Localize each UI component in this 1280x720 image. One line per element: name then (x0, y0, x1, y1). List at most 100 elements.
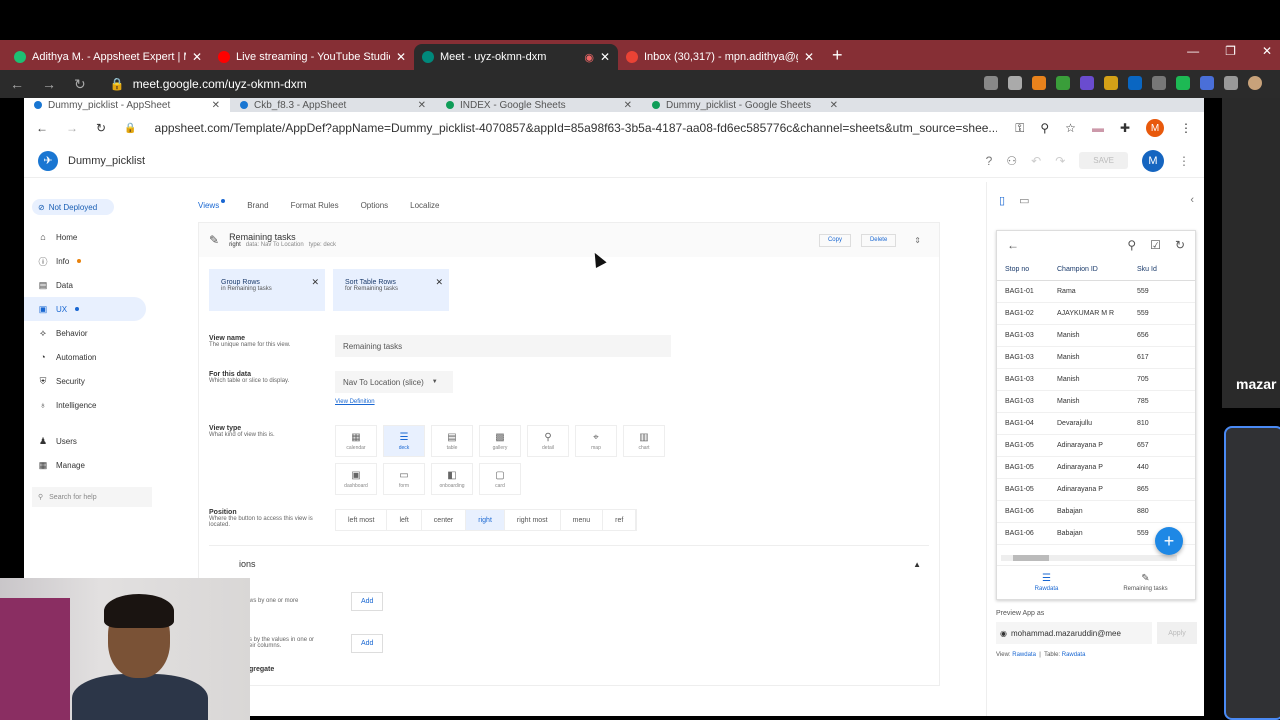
add-sort-button[interactable]: Add (351, 633, 384, 653)
table-row[interactable]: BAG1-02 AJAYKUMAR M R 559 (997, 303, 1195, 325)
inner-tab[interactable]: Ckb_f8.3 - AppSheet ✕ (230, 98, 436, 112)
delete-button[interactable]: Delete (860, 233, 897, 247)
view-type-calendar[interactable]: ▦ calendar (335, 425, 377, 457)
close-tab-icon[interactable]: ✕ (396, 50, 406, 64)
copy-button[interactable]: Copy (818, 233, 851, 247)
nav-item-rawdata[interactable]: ☰ Rawdata (997, 566, 1096, 599)
back-icon[interactable]: ← (36, 121, 48, 135)
inner-tab[interactable]: Dummy_picklist - AppSheet ✕ (24, 98, 230, 112)
undo-icon[interactable]: ↶ (1031, 154, 1041, 168)
close-tab-icon[interactable]: ✕ (804, 50, 814, 64)
column-header[interactable]: Champion ID (1057, 266, 1137, 273)
forward-icon[interactable]: → (66, 121, 78, 135)
view-definition-link[interactable]: View Definition (335, 399, 453, 405)
position-left[interactable]: left (387, 510, 422, 530)
expand-collapse-icon[interactable]: ⇕ (906, 234, 929, 247)
view-type-table[interactable]: ▤ table (431, 425, 473, 457)
table-row[interactable]: BAG1-05 Adinarayana P 657 (997, 435, 1195, 457)
sidebar-item-info[interactable]: ⓘ Info (24, 249, 184, 273)
view-type-detail[interactable]: ⚲ detail (527, 425, 569, 457)
close-tab-icon[interactable]: ✕ (418, 100, 426, 111)
table-row[interactable]: BAG1-03 Manish 656 (997, 325, 1195, 347)
view-link[interactable]: Rawdata (1012, 652, 1036, 658)
extension-n-icon[interactable] (1056, 76, 1070, 90)
search-icon[interactable]: ⚲ (1127, 238, 1136, 252)
table-row[interactable]: BAG1-04 Devarajullu 810 (997, 413, 1195, 435)
tab-options[interactable]: Options (361, 201, 389, 214)
zoom-icon[interactable]: ⚲ (1040, 121, 1049, 135)
new-tab-icon[interactable]: + (832, 45, 843, 66)
remove-chip-icon[interactable]: ✕ (311, 277, 319, 288)
table-link[interactable]: Rawdata (1062, 652, 1086, 658)
linkedin-icon[interactable] (1128, 76, 1142, 90)
chrome-tab[interactable]: Inbox (30,317) - mpn.adithya@g ✕ (618, 44, 822, 70)
remove-chip-icon[interactable]: ✕ (435, 277, 443, 288)
view-type-form[interactable]: ▭ form (383, 463, 425, 495)
close-tab-icon[interactable]: ✕ (192, 50, 202, 64)
chrome-tab[interactable]: Live streaming - YouTube Studio ✕ (210, 44, 414, 70)
sidebar-item-users[interactable]: ♟ Users (24, 429, 184, 453)
column-header[interactable]: Sku Id (1137, 266, 1177, 273)
view-type-map[interactable]: ⌖ map (575, 425, 617, 457)
horizontal-scrollbar[interactable] (1001, 555, 1177, 561)
table-row[interactable]: BAG1-06 Babajan 880 (997, 501, 1195, 523)
extension-cube-icon[interactable] (1104, 76, 1118, 90)
share-icon[interactable]: ⚇ (1006, 154, 1017, 168)
mobile-preview-icon[interactable]: ▯ (999, 194, 1005, 207)
sidebar-item-security[interactable]: ⛨ Security (24, 369, 184, 393)
metamask-icon[interactable] (1032, 76, 1046, 90)
sidebar-item-intelligence[interactable]: ♁ Intelligence (24, 393, 184, 417)
participant-tile[interactable] (1224, 426, 1280, 720)
collapse-preview-icon[interactable]: ‹ (1190, 194, 1194, 206)
more-menu-icon[interactable]: ⋮ (1180, 121, 1192, 135)
bookmark-star-icon[interactable]: ☆ (1065, 121, 1076, 135)
table-row[interactable]: BAG1-03 Manish 785 (997, 391, 1195, 413)
table-row[interactable]: BAG1-03 Manish 617 (997, 347, 1195, 369)
view-type-chart[interactable]: ▥ chart (623, 425, 665, 457)
puzzle-icon[interactable]: ✚ (1120, 121, 1130, 135)
redo-icon[interactable]: ↷ (1055, 154, 1065, 168)
star-icon[interactable] (1008, 76, 1022, 90)
add-group-button[interactable]: Add (351, 591, 384, 611)
close-tab-icon[interactable]: ✕ (830, 100, 838, 111)
help-search-input[interactable]: ⚲ Search for help (32, 487, 152, 507)
tab-brand[interactable]: Brand (247, 201, 268, 214)
table-row[interactable]: BAG1-03 Manish 705 (997, 369, 1195, 391)
camera-icon[interactable] (984, 76, 998, 90)
position-right-most[interactable]: right most (505, 510, 561, 530)
view-type-deck[interactable]: ☰ deck (383, 425, 425, 457)
table-row[interactable]: BAG1-05 Adinarayana P 440 (997, 457, 1195, 479)
table-row[interactable]: BAG1-01 Rama 559 (997, 281, 1195, 303)
view-chip[interactable]: Group Rows in Remaining tasks ✕ (209, 269, 325, 311)
position-menu[interactable]: menu (561, 510, 604, 530)
tab-format-rules[interactable]: Format Rules (291, 201, 339, 214)
profile-avatar[interactable] (1248, 76, 1262, 90)
select-icon[interactable]: ☑ (1150, 238, 1161, 252)
close-tab-icon[interactable]: ✕ (624, 100, 632, 111)
position-ref[interactable]: ref (603, 510, 637, 530)
sync-icon[interactable]: ↻ (1175, 238, 1185, 252)
back-icon[interactable]: ← (10, 76, 24, 93)
apply-button[interactable]: Apply (1157, 622, 1197, 644)
extension-grid-icon[interactable] (1080, 76, 1094, 90)
tablet-preview-icon[interactable]: ▭ (1019, 194, 1029, 207)
view-type-gallery[interactable]: ▩ gallery (479, 425, 521, 457)
view-name-input[interactable]: Remaining tasks (335, 335, 671, 357)
lock-icon[interactable]: 🔒 (110, 77, 125, 91)
inner-tab[interactable]: INDEX - Google Sheets ✕ (436, 98, 642, 112)
reload-icon[interactable]: ↻ (74, 76, 86, 93)
collapse-icon[interactable]: ▲ (913, 560, 921, 569)
help-icon[interactable]: ? (986, 154, 993, 168)
forward-icon[interactable]: → (42, 76, 56, 93)
deploy-status-badge[interactable]: ⊘ Not Deployed (32, 199, 114, 215)
sidebar-item-manage[interactable]: ▦ Manage (24, 453, 184, 477)
extension-iq-icon[interactable] (1200, 76, 1214, 90)
position-right[interactable]: right (466, 510, 505, 530)
close-tab-icon[interactable]: ✕ (212, 100, 220, 111)
view-type-card[interactable]: ▢ card (479, 463, 521, 495)
column-header[interactable]: Stop no (997, 266, 1057, 273)
browser-avatar[interactable]: M (1146, 119, 1164, 137)
puzzle-icon[interactable] (1224, 76, 1238, 90)
sidebar-item-data[interactable]: ▤ Data (24, 273, 184, 297)
inner-url-text[interactable]: appsheet.com/Template/AppDef?appName=Dum… (155, 121, 998, 135)
